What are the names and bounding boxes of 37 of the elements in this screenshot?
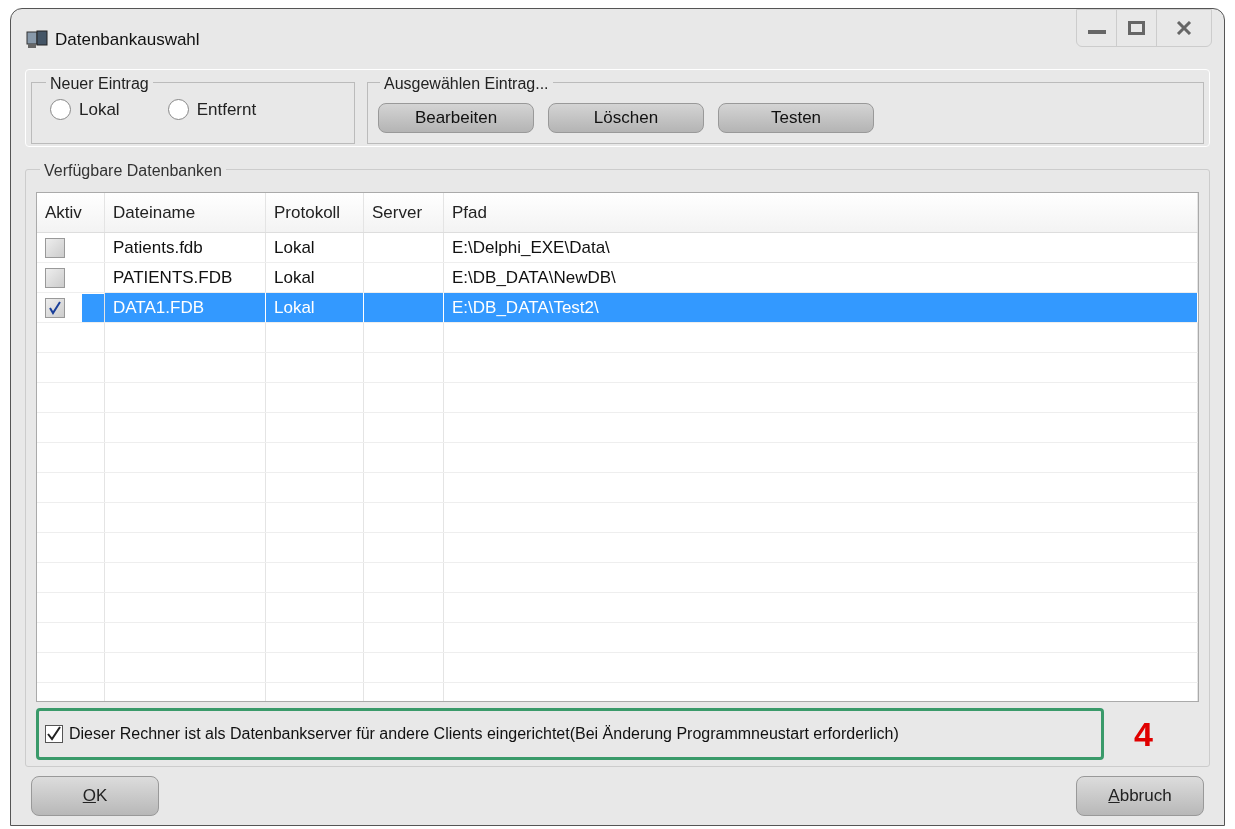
column-header[interactable]: Dateiname <box>105 193 266 232</box>
column-header[interactable]: Pfad <box>444 193 1198 232</box>
close-icon <box>1176 21 1192 35</box>
table-cell: Lokal <box>266 263 364 292</box>
table-cell: Lokal <box>266 233 364 262</box>
table-cell: DATA1.FDB <box>105 293 266 322</box>
column-header[interactable]: Aktiv <box>37 193 105 232</box>
database-app-icon <box>25 29 51 49</box>
cancel-button[interactable]: Abbruch <box>1076 776 1204 816</box>
table-cell: E:\DB_DATA\Test2\ <box>444 293 1198 322</box>
radio-label: Entfernt <box>196 99 257 121</box>
table-cell: Patients.fdb <box>105 233 266 262</box>
action-button[interactable]: Löschen <box>548 103 704 133</box>
radio-button[interactable] <box>50 99 71 121</box>
radio-label: Lokal <box>79 99 120 121</box>
annotation-number: 4 <box>1134 713 1153 755</box>
table-cell: Lokal <box>266 293 364 322</box>
checkbox-label: Dieser Rechner ist als Datenbankserver für andere Clients eingerichtet(Bei Änderung Programmneustart erforderlich) <box>69 724 899 744</box>
selection-highlight <box>82 293 104 322</box>
action-button[interactable]: Bearbeiten <box>378 103 534 133</box>
checkbox[interactable] <box>45 267 65 288</box>
maximize-icon <box>1128 21 1145 35</box>
ok-button[interactable]: OK <box>31 776 159 816</box>
table-cell: E:\Delphi_EXE\Data\ <box>444 233 1198 262</box>
table-cell: PATIENTS.FDB <box>105 263 266 292</box>
checkbox[interactable] <box>45 237 65 258</box>
check-icon <box>48 300 62 315</box>
minimize-icon <box>1087 30 1106 34</box>
column-header[interactable]: Protokoll <box>266 193 364 232</box>
column-header[interactable]: Server <box>364 193 444 232</box>
action-button[interactable]: Testen <box>718 103 874 133</box>
window-title: Datenbankauswahl <box>55 29 200 51</box>
checkbox[interactable] <box>45 297 65 318</box>
radio-button[interactable] <box>167 99 189 121</box>
check-icon <box>46 726 62 742</box>
table-cell: E:\DB_DATA\NewDB\ <box>444 263 1198 292</box>
checkbox[interactable] <box>45 725 63 743</box>
